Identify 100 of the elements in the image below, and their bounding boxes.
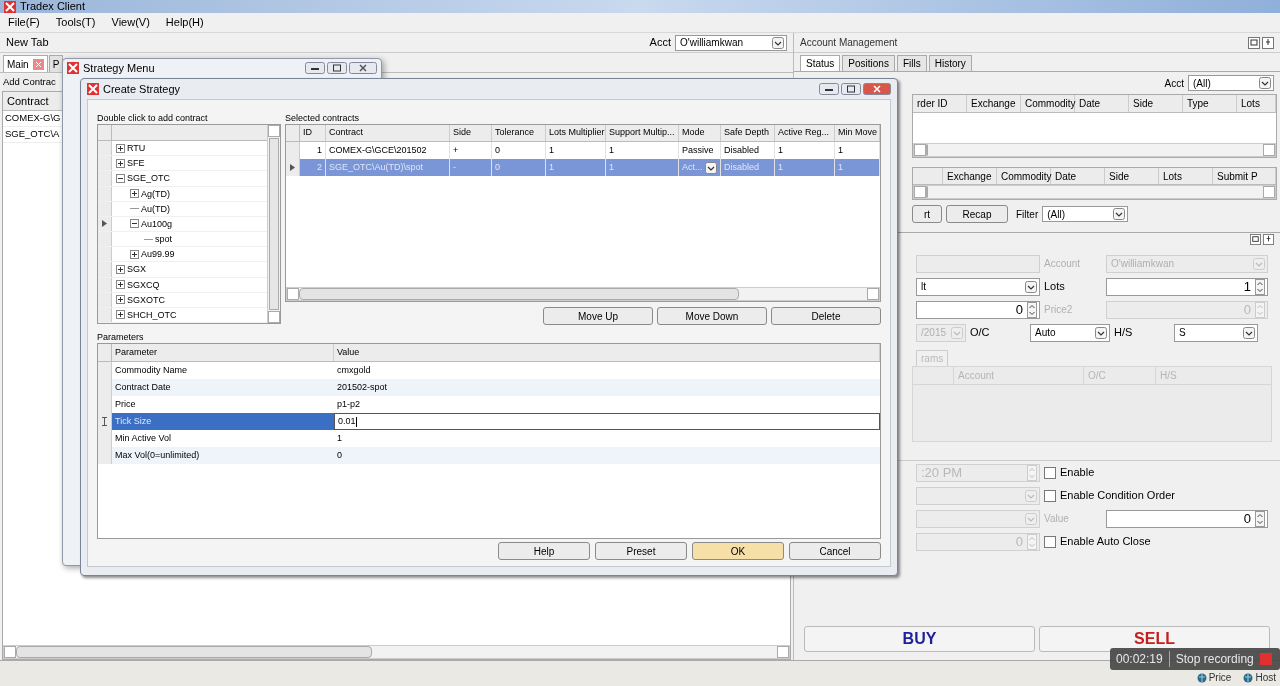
tree-item[interactable]: spot: [155, 233, 172, 246]
tree-item[interactable]: SFE: [127, 157, 145, 170]
horizontal-scrollbar[interactable]: [913, 185, 1276, 199]
table-row[interactable]: 1 COMEX-G\GCE\201502 + 0 1 1 Passive Disabled 1 1: [286, 142, 880, 159]
expand-icon[interactable]: [116, 310, 125, 320]
tree-item[interactable]: Ag(TD): [141, 187, 170, 200]
spin-arrows-icon: [1027, 301, 1037, 318]
field-label: H/S: [1114, 326, 1133, 339]
button[interactable]: rt: [912, 205, 942, 223]
tree-item[interactable]: SGX: [127, 263, 146, 276]
number-spinner[interactable]: 0: [916, 300, 1040, 319]
button[interactable]: Delete: [771, 307, 881, 325]
column-header[interactable]: Lots Multiplier: [546, 125, 606, 141]
stop-recording-link[interactable]: Stop recording: [1175, 650, 1254, 668]
dropdown[interactable]: O'williamkwan: [675, 34, 787, 51]
tree-item[interactable]: SHCH_OTC: [127, 308, 177, 321]
column-header[interactable]: Contract: [326, 125, 450, 141]
pin-icon[interactable]: [1262, 36, 1274, 49]
menu-item[interactable]: File(F): [8, 14, 40, 31]
tree-item[interactable]: Au100g: [141, 217, 173, 230]
menu-item[interactable]: View(V): [111, 14, 150, 31]
property-value: 201502-spot: [337, 380, 388, 394]
tab[interactable]: History: [928, 55, 972, 71]
checkbox[interactable]: [1044, 535, 1056, 548]
horizontal-scrollbar[interactable]: [286, 287, 880, 301]
button[interactable]: Recap: [946, 205, 1008, 223]
checkbox[interactable]: [1044, 489, 1056, 502]
number-spinner[interactable]: 0: [1106, 509, 1268, 528]
field-label: Filter: [1016, 207, 1039, 222]
tree-item[interactable]: Au99.99: [141, 248, 175, 261]
dropdown[interactable]: (All): [1042, 206, 1129, 222]
close-icon[interactable]: [863, 83, 891, 95]
tab[interactable]: P: [48, 55, 64, 72]
column-header[interactable]: Safe Depth: [721, 125, 775, 141]
column-header: Exchange: [967, 95, 1021, 112]
button[interactable]: OK: [692, 542, 784, 560]
column-header[interactable]: Active Reg...: [775, 125, 835, 141]
buy-button[interactable]: BUY: [804, 626, 1035, 652]
number-spinner[interactable]: 1: [1106, 277, 1268, 296]
expand-icon[interactable]: [116, 158, 125, 168]
pin-icon[interactable]: [1263, 234, 1274, 245]
horizontal-scrollbar[interactable]: [913, 143, 1276, 157]
expand-icon[interactable]: [116, 280, 125, 290]
maximize-icon[interactable]: [841, 83, 861, 95]
column-header[interactable]: Mode: [679, 125, 721, 141]
column-header[interactable]: Tolerance: [492, 125, 546, 141]
button[interactable]: Move Down: [657, 307, 767, 325]
panel-title: New Tab: [6, 35, 49, 51]
collapse-icon[interactable]: [130, 219, 139, 229]
dropdown[interactable]: lt: [916, 277, 1040, 296]
column-header[interactable]: Min Move: [835, 125, 880, 141]
maximize-icon[interactable]: [327, 62, 347, 74]
column-header[interactable]: Side: [450, 125, 492, 141]
tab[interactable]: Positions: [842, 55, 895, 71]
add-contract-button[interactable]: Add Contrac: [3, 73, 56, 91]
expand-icon[interactable]: [116, 143, 125, 153]
tab[interactable]: Main: [3, 55, 48, 72]
column-header: Side: [1105, 168, 1159, 184]
dropdown[interactable]: Auto: [1030, 323, 1110, 342]
restore-icon[interactable]: [1248, 36, 1260, 49]
caret-icon: [1243, 326, 1255, 339]
column-header[interactable]: ID: [300, 125, 326, 141]
expand-icon[interactable]: [116, 264, 125, 274]
restore-icon[interactable]: [1250, 234, 1261, 245]
expand-icon[interactable]: [130, 189, 139, 199]
expand-icon[interactable]: [130, 249, 139, 259]
button[interactable]: Preset: [595, 542, 687, 560]
tree-item[interactable]: RTU: [127, 142, 146, 155]
button[interactable]: Cancel: [789, 542, 881, 560]
menu-item[interactable]: Help(H): [165, 14, 204, 31]
button[interactable]: Help: [498, 542, 590, 560]
column-header: Commodity: [1021, 95, 1075, 112]
column-header[interactable]: Parameter: [112, 344, 334, 361]
dropdown[interactable]: (All): [1188, 75, 1274, 91]
table-cell-text: 1: [778, 160, 783, 174]
tree-item[interactable]: SGXOTC: [127, 293, 165, 306]
property-value: 1: [337, 431, 342, 445]
button[interactable]: Move Up: [543, 307, 653, 325]
expand-icon[interactable]: [116, 295, 125, 305]
dropdown[interactable]: S: [1174, 323, 1258, 342]
input-field[interactable]: 0.01: [334, 413, 880, 430]
vertical-scrollbar[interactable]: [267, 125, 280, 323]
status-text: Price: [1208, 671, 1232, 685]
menu-item[interactable]: Tools(T): [55, 14, 96, 31]
horizontal-scrollbar[interactable]: [3, 645, 790, 659]
tree-item[interactable]: Au(TD): [141, 202, 170, 215]
minimize-icon[interactable]: [819, 83, 839, 95]
tree-item[interactable]: SGE_OTC: [127, 172, 170, 185]
tree-item[interactable]: SGXCQ: [127, 278, 160, 291]
column-header[interactable]: Value: [334, 344, 880, 361]
stop-icon[interactable]: [1259, 653, 1272, 665]
column-header: Lots: [1159, 168, 1213, 184]
minimize-icon[interactable]: [305, 62, 325, 74]
collapse-icon[interactable]: [116, 173, 125, 183]
checkbox-label: Enable Condition Order: [1060, 488, 1175, 504]
checkbox[interactable]: [1044, 466, 1056, 479]
column-header[interactable]: Support Multip...: [606, 125, 679, 141]
tab[interactable]: Status: [800, 55, 841, 71]
tab[interactable]: Fills: [896, 55, 927, 71]
close-icon[interactable]: [349, 62, 377, 74]
